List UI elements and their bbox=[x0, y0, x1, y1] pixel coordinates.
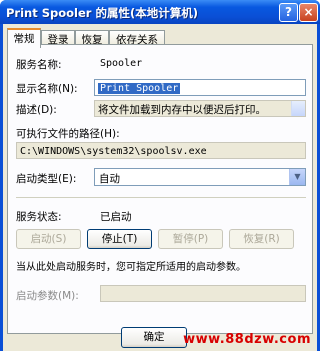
chevron-down-icon: ▼ bbox=[294, 172, 301, 181]
exe-path-field[interactable]: C:\WINDOWS\system32\spoolsv.exe bbox=[16, 142, 306, 159]
startup-type-dropdown-button[interactable]: ▼ bbox=[289, 169, 305, 185]
description-label: 描述(D): bbox=[16, 104, 57, 116]
stop-button[interactable]: 停止(T) bbox=[87, 229, 152, 249]
title-bar[interactable]: Print Spooler 的属性(本地计算机) ? × bbox=[0, 0, 320, 24]
description-field[interactable]: 将文件加载到内存中以便迟后打印。 bbox=[94, 100, 306, 117]
start-params-field[interactable] bbox=[100, 285, 306, 302]
ok-button[interactable]: 确定 bbox=[121, 327, 187, 348]
start-button[interactable]: 启动(S) bbox=[16, 229, 81, 249]
exe-path-label: 可执行文件的路径(H): bbox=[16, 128, 120, 140]
startup-type-select[interactable]: 自动 ▼ bbox=[94, 168, 306, 186]
startup-type-value: 自动 bbox=[99, 173, 120, 185]
close-button[interactable]: × bbox=[299, 3, 318, 22]
window-title: Print Spooler 的属性(本地计算机) bbox=[6, 6, 198, 20]
separator bbox=[16, 197, 306, 198]
display-name-value: Print Spooler bbox=[98, 83, 181, 94]
start-params-label: 启动参数(M): bbox=[16, 290, 79, 302]
display-name-label: 显示名称(N): bbox=[16, 83, 78, 95]
display-name-field[interactable]: Print Spooler bbox=[94, 79, 306, 96]
resume-button[interactable]: 恢复(R) bbox=[229, 229, 294, 249]
tab-general[interactable]: 常规 bbox=[7, 28, 41, 48]
description-scrollbar[interactable] bbox=[291, 101, 305, 116]
watermark-text: www.88dzw.com bbox=[183, 332, 311, 347]
description-value: 将文件加载到内存中以便迟后打印。 bbox=[98, 104, 266, 116]
exe-path-value: C:\WINDOWS\system32\spoolsv.exe bbox=[20, 146, 207, 157]
help-button[interactable]: ? bbox=[279, 3, 298, 22]
startup-type-label: 启动类型(E): bbox=[16, 173, 77, 185]
general-panel: 服务名称: Spooler 显示名称(N): Print Spooler 描述(… bbox=[7, 44, 313, 334]
properties-dialog: Print Spooler 的属性(本地计算机) ? × 常规 登录 恢复 依存… bbox=[0, 0, 320, 351]
service-name-label: 服务名称: bbox=[16, 59, 62, 71]
service-name-value: Spooler bbox=[100, 58, 143, 69]
start-params-hint: 当从此处启动服务时，您可指定所适用的启动参数。 bbox=[16, 262, 246, 273]
pause-button[interactable]: 暂停(P) bbox=[158, 229, 223, 249]
service-status-label: 服务状态: bbox=[16, 211, 62, 223]
dialog-client-area: 常规 登录 恢复 依存关系 服务名称: Spooler 显示名称(N): Pri… bbox=[3, 24, 317, 351]
service-status-value: 已启动 bbox=[100, 211, 132, 223]
